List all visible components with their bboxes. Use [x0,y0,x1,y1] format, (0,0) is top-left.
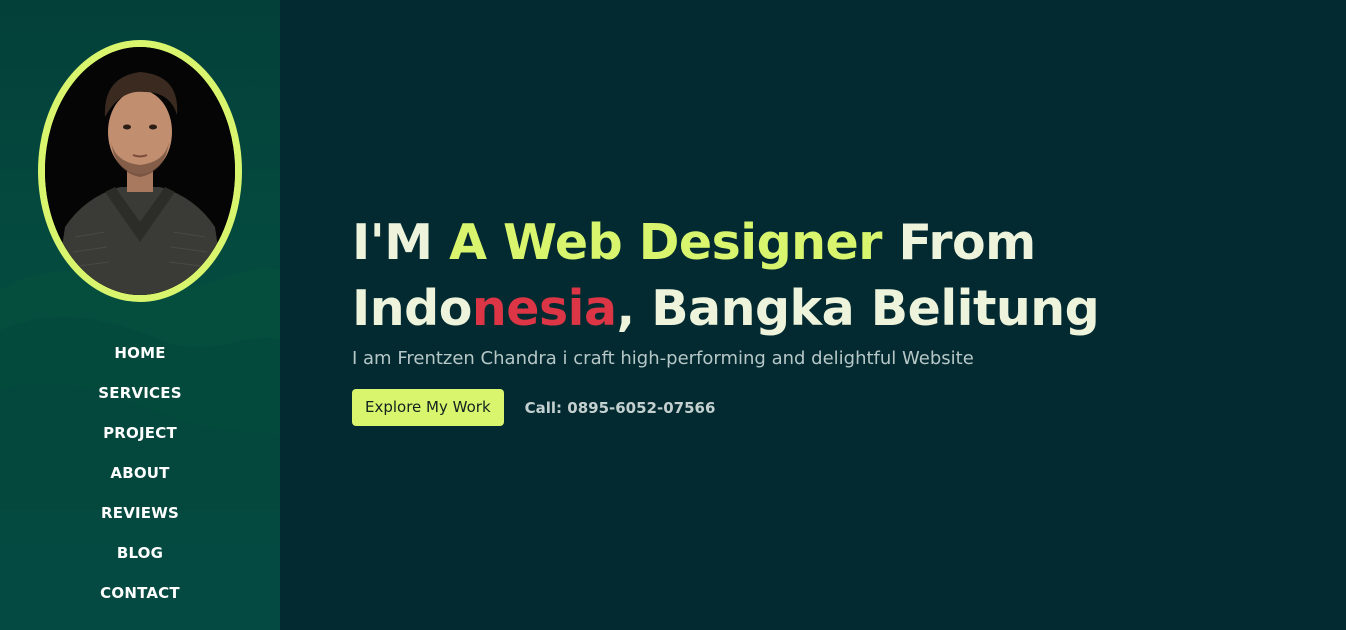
headline-part-im: I'M [352,214,450,271]
hero-headline: I'M A Web Designer From Indonesia, Bangk… [352,210,1252,342]
nav-link-services[interactable]: SERVICES [98,384,181,402]
nav-item-blog: BLOG [0,540,280,580]
nav-link-contact[interactable]: CONTACT [100,584,180,602]
nav-item-contact: CONTACT [0,580,280,620]
nav-item-reviews: REVIEWS [0,500,280,540]
headline-part-indo: Indo [352,280,472,337]
nav-item-about: ABOUT [0,460,280,500]
nav-link-reviews[interactable]: REVIEWS [101,504,179,522]
cta-row: Explore My Work Call: 0895-6052-07566 [352,389,1252,426]
page: HOME SERVICES PROJECT ABOUT REVIEWS BLOG… [0,0,1346,630]
person-photo-icon [45,47,235,295]
phone-call-text: Call: 0895-6052-07566 [524,398,716,417]
nav-link-project[interactable]: PROJECT [103,424,177,442]
headline-highlight-role: A Web Designer [449,214,882,271]
nav-link-home[interactable]: HOME [114,344,165,362]
hero-section: I'M A Web Designer From Indonesia, Bangk… [352,210,1252,426]
nav-item-project: PROJECT [0,420,280,460]
headline-part-from: From [881,214,1037,271]
nav-item-services: SERVICES [0,380,280,420]
nav-link-blog[interactable]: BLOG [117,544,163,562]
headline-highlight-nesia: nesia [471,280,617,337]
explore-work-button[interactable]: Explore My Work [352,389,504,426]
headline-part-location: , Bangka Belitung [616,280,1100,337]
nav-link-about[interactable]: ABOUT [110,464,169,482]
avatar [45,47,235,295]
sidebar: HOME SERVICES PROJECT ABOUT REVIEWS BLOG… [0,0,280,630]
nav-item-home: HOME [0,340,280,380]
avatar-frame [38,40,242,302]
sidebar-nav: HOME SERVICES PROJECT ABOUT REVIEWS BLOG… [0,340,280,620]
hero-subtitle: I am Frentzen Chandra i craft high-perfo… [352,348,974,369]
